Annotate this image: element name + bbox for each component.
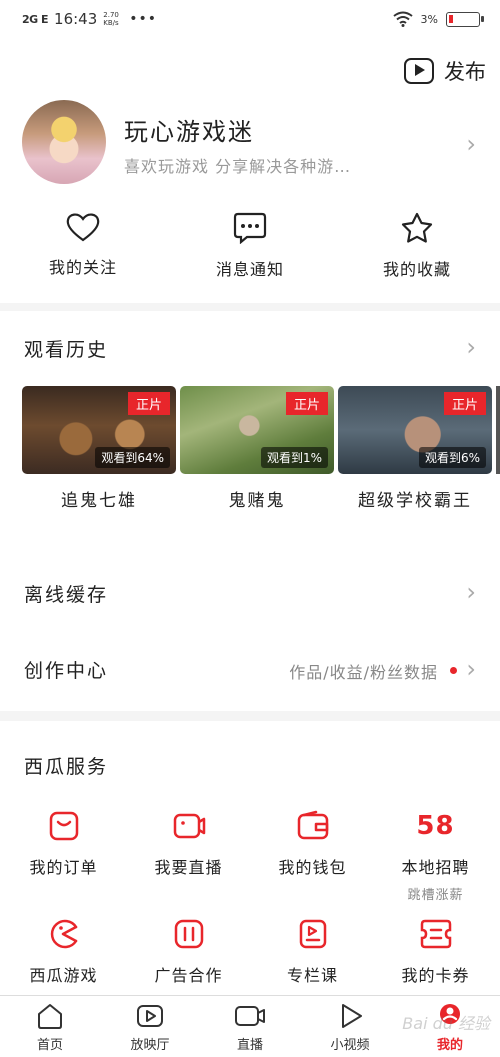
service-label: 广告合作 bbox=[154, 966, 223, 985]
service-go-live[interactable]: 我要直播 bbox=[126, 810, 251, 878]
watch-progress: 观看到64% bbox=[95, 447, 170, 468]
more-status-icon: ••• bbox=[129, 11, 158, 27]
my-follows-button[interactable]: 我的关注 bbox=[3, 212, 163, 278]
history-item-thumb[interactable]: 正片 观看到64% bbox=[22, 386, 176, 474]
tab-cinema[interactable]: 放映厅 bbox=[100, 1002, 200, 1053]
services-title: 西瓜服务 bbox=[24, 756, 109, 778]
notifications-label: 消息通知 bbox=[215, 260, 284, 279]
creator-center-sub: 作品/收益/粉丝数据 bbox=[289, 663, 438, 682]
episode-tag: 正片 bbox=[443, 392, 486, 415]
user-bio[interactable]: 喜欢玩游戏 分享解决各种游… bbox=[124, 153, 351, 177]
watch-progress: 观看到6% bbox=[418, 447, 486, 468]
home-icon bbox=[38, 1004, 62, 1029]
battery-percent: 3% bbox=[420, 12, 438, 26]
my-follows-label: 我的关注 bbox=[48, 258, 117, 277]
service-label: 西瓜游戏 bbox=[29, 966, 98, 985]
my-favorites-label: 我的收藏 bbox=[382, 260, 451, 279]
service-sub: 跳槽涨薪 bbox=[407, 888, 464, 903]
service-label: 我的订单 bbox=[29, 858, 98, 877]
history-item-thumb[interactable]: 正片 观看到1% bbox=[180, 386, 334, 474]
notifications-button[interactable]: 消息通知 bbox=[170, 212, 330, 280]
publish-button[interactable]: 发布 bbox=[404, 56, 486, 86]
watch-progress: 观看到1% bbox=[260, 447, 328, 468]
tab-label: 直播 bbox=[236, 1038, 263, 1053]
service-my-wallet[interactable]: 我的钱包 bbox=[250, 810, 375, 878]
tab-live[interactable]: 直播 bbox=[200, 1002, 300, 1053]
short-video-icon bbox=[342, 1004, 362, 1028]
history-next-thumb[interactable] bbox=[496, 386, 500, 474]
cinema-icon bbox=[137, 1005, 163, 1027]
avatar[interactable] bbox=[22, 100, 106, 184]
history-item-title[interactable]: 鬼赌鬼 bbox=[180, 486, 334, 511]
network-indicator: 2G E bbox=[22, 12, 49, 26]
creator-center-label: 创作中心 bbox=[24, 660, 109, 682]
order-icon bbox=[49, 811, 78, 841]
publish-label: 发布 bbox=[444, 60, 486, 84]
service-local-jobs[interactable]: 58 本地招聘 跳槽涨薪 bbox=[373, 810, 498, 903]
history-title[interactable]: 观看历史 bbox=[24, 335, 108, 362]
tab-short-video[interactable]: 小视频 bbox=[300, 1002, 400, 1053]
service-xigua-games[interactable]: 西瓜游戏 bbox=[1, 918, 126, 986]
game-icon bbox=[50, 919, 77, 949]
service-label: 我的钱包 bbox=[278, 858, 347, 877]
wifi-icon bbox=[392, 11, 413, 27]
battery-icon bbox=[446, 11, 484, 27]
tab-label: 首页 bbox=[36, 1038, 63, 1053]
service-label: 我要直播 bbox=[154, 858, 223, 877]
58-icon: 58 bbox=[416, 811, 455, 841]
history-item-title[interactable]: 超级学校霸王 bbox=[338, 486, 492, 511]
live-camera-icon bbox=[173, 813, 205, 839]
episode-tag: 正片 bbox=[285, 392, 328, 415]
service-label: 本地招聘 bbox=[401, 858, 470, 877]
offline-chevron-icon: › bbox=[466, 578, 476, 606]
watermark: Bai du 经验 bbox=[402, 1014, 490, 1033]
history-item-thumb[interactable]: 正片 观看到6% bbox=[338, 386, 492, 474]
heart-icon bbox=[66, 213, 100, 242]
network-speed: 2.70 KB/s bbox=[103, 11, 119, 27]
live-icon bbox=[235, 1006, 265, 1026]
service-my-coupons[interactable]: 我的卡券 bbox=[373, 918, 498, 986]
my-favorites-button[interactable]: 我的收藏 bbox=[337, 212, 497, 280]
episode-tag: 正片 bbox=[127, 392, 170, 415]
wallet-icon bbox=[297, 810, 328, 840]
history-chevron-icon[interactable]: › bbox=[466, 333, 476, 361]
service-label: 专栏课 bbox=[286, 966, 338, 985]
message-icon bbox=[233, 212, 267, 244]
tab-label: 放映厅 bbox=[130, 1038, 170, 1053]
clock: 16:43 bbox=[54, 10, 98, 28]
coupon-icon bbox=[420, 919, 451, 949]
service-my-orders[interactable]: 我的订单 bbox=[1, 810, 126, 878]
tab-home[interactable]: 首页 bbox=[0, 1002, 100, 1053]
service-label: 我的卡券 bbox=[401, 966, 470, 985]
tab-label: 小视频 bbox=[330, 1038, 370, 1053]
service-column-course[interactable]: 专栏课 bbox=[250, 918, 375, 986]
video-publish-icon bbox=[404, 58, 434, 84]
status-bar: 2G E 16:43 2.70 KB/s ••• 3% bbox=[0, 0, 500, 40]
username[interactable]: 玩心游戏迷 bbox=[124, 112, 254, 147]
star-icon bbox=[401, 212, 433, 243]
creator-chevron-icon: › bbox=[466, 655, 476, 683]
offline-cache-label: 离线缓存 bbox=[24, 584, 109, 606]
new-badge-dot bbox=[450, 667, 457, 674]
tab-label: 我的 bbox=[436, 1038, 463, 1053]
profile-chevron-icon[interactable]: › bbox=[466, 130, 476, 158]
history-item-title[interactable]: 追鬼七雄 bbox=[22, 486, 176, 511]
service-ad-cooperation[interactable]: 广告合作 bbox=[126, 918, 251, 986]
ad-icon bbox=[174, 919, 203, 949]
course-icon bbox=[299, 919, 326, 949]
